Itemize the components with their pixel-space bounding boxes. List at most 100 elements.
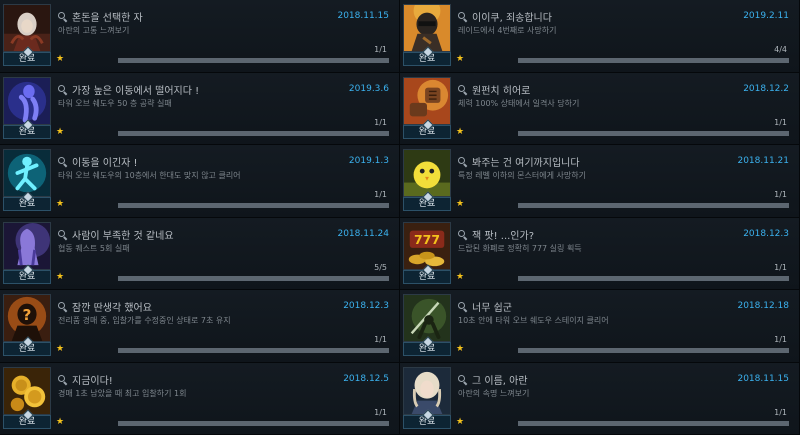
achievement-card[interactable]: ? 완료 ★ 잠깐 딴생각 했어요전리품 경매 중, 입찰가를 수정중인 상태로 7초… — [0, 290, 400, 363]
progress-fill — [118, 58, 389, 63]
achievement-description: 경매 1초 남았을 때 최고 입찰하기 1회 — [58, 388, 187, 398]
search-icon[interactable] — [458, 229, 467, 239]
star-icon: ★ — [456, 416, 465, 427]
search-icon[interactable] — [58, 374, 67, 384]
achievement-icon-frame: 완료 — [3, 76, 51, 139]
progress-bar — [518, 275, 789, 281]
progress-bar — [518, 348, 789, 353]
progress-bar — [518, 130, 789, 136]
achievement-description: 전리품 경매 중, 입찰가를 수정중인 상태로 7초 유지 — [58, 316, 231, 325]
progress-fill — [118, 275, 389, 281]
achievement-description: 체력 100% 상태에서 일격사 당하기 — [458, 98, 580, 108]
search-icon[interactable] — [58, 84, 67, 94]
achievement-icon-frame: 완료 — [3, 221, 51, 284]
achievement-card[interactable]: 완료 ★ 너무 쉽군 10초 안에 타워 오브 쉐도우 스테이지 클리어 2018.12… — [400, 290, 800, 363]
achievement-date: 2019.1.3 — [348, 156, 389, 166]
search-icon[interactable] — [458, 374, 467, 384]
title-row: 혼돈을 선택한 자 — [58, 9, 143, 24]
achievement-card[interactable]: 완료 ★ 봐주는 건 여기까지입니다 특정 레벨 이하의 몬스터에게 사망하기 2018… — [400, 145, 800, 218]
achievement-date: 2018.11.24 — [337, 228, 389, 239]
achievement-icon — [403, 76, 451, 125]
achievement-count: 1/1 — [774, 190, 787, 199]
achievement-card[interactable]: 777 완료 ★ 잭 팟! ...인가? 드랍된 화폐로 정확히 777 실링 획득 20… — [400, 217, 800, 290]
achievement-icon: 777 — [403, 221, 451, 270]
achievement-card[interactable]: 완료 ★ 혼돈을 선택한 자 아란의 고통 느껴보기 2018.11.15 1/1 — [0, 0, 400, 73]
achievement-title: 혼돈을 선택한 자 — [72, 13, 143, 24]
achievement-title: 이이쿠, 죄송합니다 — [472, 13, 552, 24]
progress-bar — [118, 203, 389, 208]
star-icon: ★ — [56, 271, 65, 282]
achievement-date: 2018.11.15 — [737, 373, 789, 384]
search-icon[interactable] — [58, 12, 67, 21]
achievement-count: 1/1 — [374, 190, 387, 199]
achievement-date: 2019.2.11 — [743, 11, 789, 21]
progress-fill — [518, 348, 789, 353]
achievement-icon — [3, 4, 51, 52]
achievement-icon-frame: ? 완료 — [3, 294, 51, 356]
achievement-description: 레이드에서 4번째로 사망하기 — [458, 26, 557, 35]
achievement-card[interactable]: 완료 ★ 가장 높은 이동에서 떨어지다 ! 타워 오브 쉐도우 50 층 공략 실패… — [0, 72, 400, 145]
achievement-date: 2018.12.5 — [343, 373, 389, 384]
star-icon: ★ — [456, 271, 465, 282]
achievement-icon-frame: 완료 — [403, 76, 451, 139]
progress-bar — [118, 130, 389, 136]
title-row: 봐주는 건 여기까지입니다 — [458, 154, 580, 169]
search-icon[interactable] — [458, 84, 467, 94]
achievement-card[interactable]: 완료 ★ 지금이다! 경매 1초 남았을 때 최고 입찰하기 1회 2018.12.5 1… — [0, 362, 400, 435]
achievement-card[interactable]: 완료 ★ 사람이 부족한 것 같네요 협동 퀘스트 5회 실패 2018.11.24 5/… — [0, 217, 400, 290]
progress-fill — [118, 420, 389, 426]
achievement-icon — [3, 366, 51, 415]
star-icon: ★ — [56, 344, 65, 354]
achievement-icon: ? — [3, 294, 51, 342]
achievement-count: 5/5 — [374, 262, 387, 272]
achievement-title: 너무 쉽군 — [472, 303, 512, 314]
title-row: 너무 쉽군 — [458, 299, 512, 314]
progress-fill — [518, 275, 789, 281]
achievement-title: 잠깐 딴생각 했어요 — [72, 303, 152, 314]
search-icon[interactable] — [58, 229, 67, 239]
achievement-icon-frame: 완료 — [3, 366, 51, 429]
achievement-title: 원펀치 히어로 — [472, 85, 531, 97]
achievement-icon-frame: 완료 — [403, 294, 451, 356]
achievement-description: 드랍된 화폐로 정확히 777 실링 획득 — [458, 243, 582, 253]
achievement-title: 지금이다! — [72, 375, 113, 387]
search-icon[interactable] — [58, 302, 67, 311]
achievement-icon-frame: 완료 — [403, 149, 451, 211]
achievement-icon — [3, 149, 51, 197]
achievement-icon — [403, 4, 451, 52]
search-icon[interactable] — [458, 157, 467, 166]
title-row: 그 이름, 아란 — [458, 372, 528, 387]
achievement-icon — [403, 366, 451, 415]
svg-text:?: ? — [23, 306, 32, 324]
search-icon[interactable] — [458, 12, 467, 21]
achievement-description: 협동 퀘스트 5회 실패 — [58, 243, 130, 253]
star-icon: ★ — [56, 54, 65, 64]
achievement-count: 4/4 — [774, 45, 787, 54]
star-icon: ★ — [56, 199, 65, 209]
search-icon[interactable] — [58, 157, 67, 166]
achievement-card[interactable]: 완료 ★ 이이쿠, 죄송합니다레이드에서 4번째로 사망하기 2019.2.11 4/4 — [400, 0, 800, 73]
star-icon: ★ — [456, 344, 465, 354]
title-row: 원펀치 히어로 — [458, 82, 530, 97]
progress-fill — [518, 203, 789, 208]
achievement-card[interactable]: 완료 ★ 그 이름, 아란 아란의 속명 느껴보기 2018.11.15 1/1 — [400, 362, 800, 435]
achievement-description: 타워 오브 쉐도우의 10층에서 한대도 맞지 않고 클리어 — [58, 171, 241, 180]
achievement-icon-frame: 완료 — [403, 366, 451, 429]
achievement-title: 가장 높은 이동에서 떨어지다 ! — [72, 85, 200, 97]
star-icon: ★ — [56, 416, 65, 427]
achievement-icon — [3, 221, 51, 270]
achievement-icon-frame: 완료 — [403, 4, 451, 66]
search-icon[interactable] — [458, 302, 467, 311]
title-row: 이이쿠, 죄송합니다 — [458, 9, 552, 24]
achievement-icon — [403, 294, 451, 342]
achievement-count: 1/1 — [774, 117, 787, 127]
star-icon: ★ — [456, 54, 465, 64]
progress-bar — [518, 203, 789, 208]
title-row: 지금이다! — [58, 372, 113, 387]
achievement-card[interactable]: 완료 ★ 원펀치 히어로 체력 100% 상태에서 일격사 당하기 2018.12.2 1… — [400, 72, 800, 145]
title-row: 잠깐 딴생각 했어요 — [58, 299, 152, 314]
achievement-card[interactable]: 완료 ★ 이동을 이긴자 ! 타워 오브 쉐도우의 10층에서 한대도 맞지 않고 클… — [0, 145, 400, 218]
achievement-count: 1/1 — [774, 407, 787, 417]
progress-bar — [118, 420, 389, 426]
progress-fill — [518, 130, 789, 136]
